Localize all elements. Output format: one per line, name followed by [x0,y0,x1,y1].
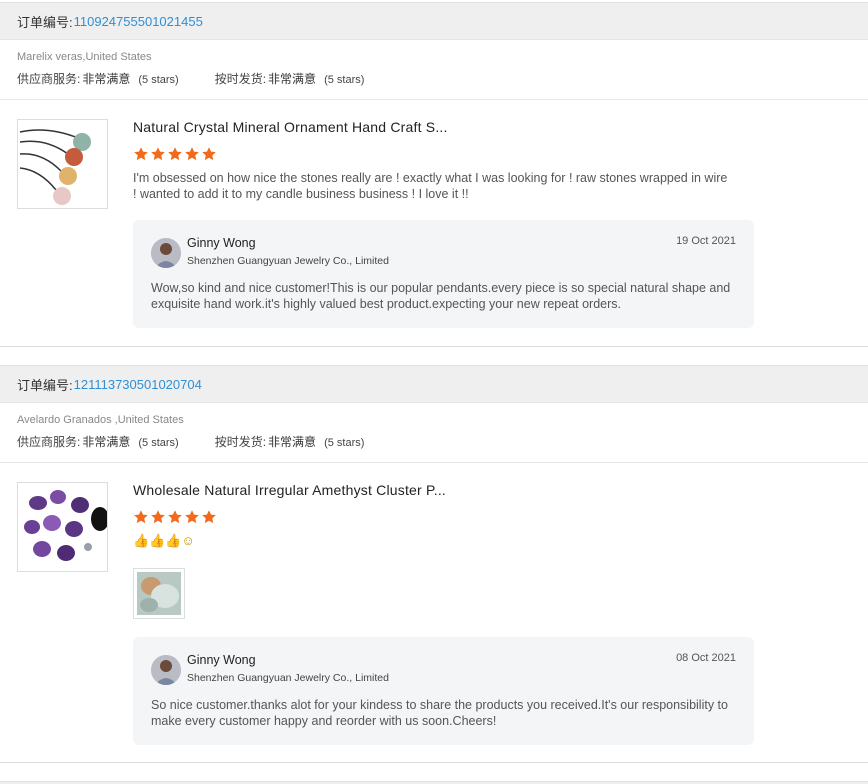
review-text: 👍👍👍☺ [133,533,195,548]
buyer-info: Avelardo Granados ,United States 供应商服务: … [0,403,868,463]
product-title-link[interactable]: Natural Crystal Mineral Ornament Hand Cr… [133,119,448,135]
reply-text: So nice customer.thanks alot for your ki… [151,698,728,728]
review-stars [133,146,217,162]
rating-stars-text: (5 stars) [324,74,365,86]
order-ratings: 供应商服务: 非常满意 (5 stars) 按时发货: 非常满意 (5 star… [17,433,851,450]
order-header: 订单编号: 121113730501020704 [0,365,868,403]
rating-value: 非常满意 [268,72,317,86]
product-thumbnail[interactable] [17,482,108,572]
order-block: 订单编号: 110924755501021455 Marelix veras,U… [0,2,868,100]
star-icon [185,510,199,524]
rating-stars-text: (5 stars) [324,437,365,449]
review-photo[interactable] [133,568,185,619]
product-thumbnail[interactable] [17,119,108,209]
reply-text: Wow,so kind and nice customer!This is ou… [151,281,731,311]
order-ratings: 供应商服务: 非常满意 (5 stars) 按时发货: 非常满意 (5 star… [17,70,851,87]
seller-reply: Ginny Wong Shenzhen Guangyuan Jewelry Co… [133,637,754,745]
star-icon [168,510,182,524]
avatar [151,238,181,268]
order-number-label: 订单编号: [17,14,73,30]
reply-author-name: Ginny Wong [187,236,256,250]
reply-company-name: Shenzhen Guangyuan Jewelry Co., Limited [187,255,389,267]
reply-author-name: Ginny Wong [187,653,256,667]
seller-reply: Ginny Wong Shenzhen Guangyuan Jewelry Co… [133,220,754,328]
product-title-link[interactable]: Wholesale Natural Irregular Amethyst Clu… [133,482,446,498]
star-icon [168,147,182,161]
buyer-info: Marelix veras,United States 供应商服务: 非常满意 … [0,40,868,100]
star-icon [202,147,216,161]
rating-value: 非常满意 [82,435,131,449]
divider [0,762,868,763]
order-block: 订单编号: 121113730501020704 Avelardo Granad… [0,365,868,463]
review-text: I'm obsessed on how nice the stones real… [133,171,728,201]
supplier-service-rating: 供应商服务: 非常满意 (5 stars) [17,70,179,87]
buyer-name: Marelix veras,United States [17,51,152,63]
star-icon [134,510,148,524]
reply-date: 08 Oct 2021 [676,652,736,664]
star-icon [202,510,216,524]
rating-value: 非常满意 [268,435,317,449]
star-icon [151,147,165,161]
rating-stars-text: (5 stars) [138,437,179,449]
on-time-delivery-rating: 按时发货: 非常满意 (5 stars) [215,433,365,450]
star-icon [185,147,199,161]
reply-company-name: Shenzhen Guangyuan Jewelry Co., Limited [187,672,389,684]
order-number-label: 订单编号: [17,377,73,393]
rating-stars-text: (5 stars) [138,74,179,86]
rating-value: 非常满意 [82,72,131,86]
on-time-delivery-rating: 按时发货: 非常满意 (5 stars) [215,70,365,87]
supplier-service-rating: 供应商服务: 非常满意 (5 stars) [17,433,179,450]
order-header: 订单编号: 110924755501021455 [0,2,868,40]
star-icon [151,510,165,524]
reply-date: 19 Oct 2021 [676,235,736,247]
avatar [151,655,181,685]
rating-label: 按时发货: [214,72,267,86]
order-number-link[interactable]: 121113730501020704 [74,377,202,392]
rating-label: 按时发货: [214,435,267,449]
rating-label: 供应商服务: [17,435,81,449]
rating-label: 供应商服务: [17,72,81,86]
buyer-name: Avelardo Granados ,United States [17,414,184,426]
review-stars [133,509,217,525]
divider [0,346,868,347]
star-icon [134,147,148,161]
order-number-link[interactable]: 110924755501021455 [74,14,203,29]
